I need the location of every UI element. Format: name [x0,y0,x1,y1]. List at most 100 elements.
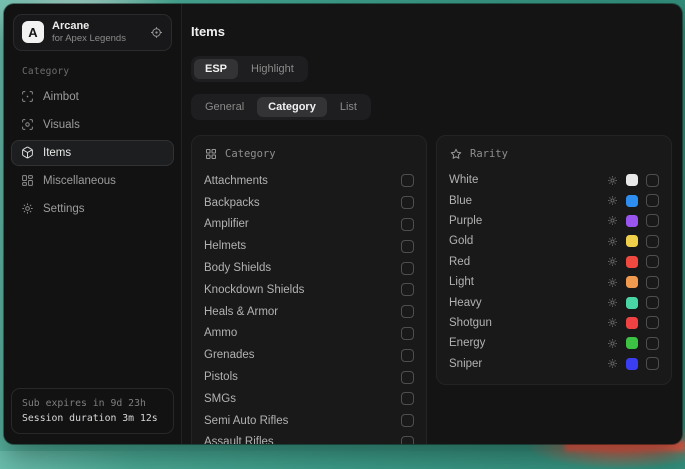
session-duration-text: Session duration 3m 12s [22,411,163,426]
rarity-checkbox[interactable] [646,276,659,289]
category-row-label: Semi Auto Rifles [204,415,288,427]
category-row-label: Assault Rifles [204,436,274,444]
rarity-row: Blue [449,190,659,210]
view-tabs: General Category List [191,94,371,120]
gear-icon[interactable] [607,215,618,226]
sidebar-item-label: Settings [43,203,85,215]
rarity-color-swatch[interactable] [626,276,638,288]
sidebar-item-miscellaneous[interactable]: Miscellaneous [11,168,174,194]
category-row-label: Backpacks [204,197,260,209]
category-row: Semi Auto Rifles [204,410,414,432]
sidebar-item-label: Visuals [43,119,80,131]
rarity-checkbox[interactable] [646,255,659,268]
rarity-row: Shotgun [449,313,659,333]
gear-icon [21,202,34,215]
arcane-cheat-window: A Arcane for Apex Legends Category [4,4,682,444]
tab-general[interactable]: General [194,97,255,117]
rarity-checkbox[interactable] [646,235,659,248]
category-checkbox[interactable] [401,349,414,362]
category-row-label: Body Shields [204,262,271,274]
category-row: Backpacks [204,192,414,214]
tab-esp[interactable]: ESP [194,59,238,79]
rarity-color-swatch[interactable] [626,235,638,247]
category-row: Assault Rifles [204,432,414,444]
category-checkbox[interactable] [401,218,414,231]
gear-icon[interactable] [607,317,618,328]
tab-category[interactable]: Category [257,97,327,117]
rarity-row-label: Blue [449,195,472,207]
rarity-color-swatch[interactable] [626,215,638,227]
sidebar-section-label: Category [22,66,174,77]
rarity-row-controls [607,337,659,350]
category-row-label: Knockdown Shields [204,284,304,296]
gear-icon[interactable] [607,236,618,247]
rarity-row: Purple [449,211,659,231]
page-title: Items [191,24,672,39]
gear-icon[interactable] [607,277,618,288]
sidebar: A Arcane for Apex Legends Category [4,4,182,444]
rarity-color-swatch[interactable] [626,174,638,186]
target-icon[interactable] [150,26,163,39]
sidebar-item-items[interactable]: Items [11,140,174,166]
category-checkbox[interactable] [401,262,414,275]
rarity-row-label: Gold [449,235,473,247]
category-checkbox[interactable] [401,392,414,405]
rarity-checkbox[interactable] [646,316,659,329]
sub-expires-text: Sub expires in 9d 23h [22,396,163,411]
category-checkbox[interactable] [401,436,414,444]
sidebar-item-visuals[interactable]: Visuals [11,112,174,138]
rarity-checkbox[interactable] [646,174,659,187]
rarity-checkbox[interactable] [646,296,659,309]
tab-list[interactable]: List [329,97,368,117]
rarity-row-controls [607,316,659,329]
tab-highlight[interactable]: Highlight [240,59,305,79]
category-checkbox[interactable] [401,327,414,340]
rarity-row-controls [607,235,659,248]
category-row-label: Helmets [204,240,246,252]
category-row: Knockdown Shields [204,279,414,301]
gear-icon[interactable] [607,358,618,369]
category-checkbox[interactable] [401,371,414,384]
sidebar-item-aimbot[interactable]: Aimbot [11,84,174,110]
rarity-color-swatch[interactable] [626,195,638,207]
category-checkbox[interactable] [401,305,414,318]
rarity-panel-header: Rarity [450,148,659,160]
category-row-label: Attachments [204,175,268,187]
category-panel-header: Category [205,148,414,160]
gear-icon[interactable] [607,175,618,186]
category-checkbox[interactable] [401,240,414,253]
category-checkbox[interactable] [401,283,414,296]
rarity-rows: White [449,170,659,374]
rarity-row-controls [607,276,659,289]
sidebar-item-settings[interactable]: Settings [11,196,174,222]
subscription-info-card: Sub expires in 9d 23h Session duration 3… [11,388,174,434]
rarity-color-swatch[interactable] [626,337,638,349]
gear-icon[interactable] [607,297,618,308]
category-row: Helmets [204,235,414,257]
grid-icon [205,148,217,160]
gear-icon[interactable] [607,338,618,349]
category-row: Amplifier [204,214,414,236]
rarity-color-swatch[interactable] [626,256,638,268]
eye-icon [21,118,34,131]
gear-icon[interactable] [607,256,618,267]
category-row: SMGs [204,388,414,410]
app-name: Arcane [52,20,142,33]
rarity-checkbox[interactable] [646,357,659,370]
rarity-checkbox[interactable] [646,194,659,207]
category-checkbox[interactable] [401,196,414,209]
category-checkbox[interactable] [401,414,414,427]
rarity-row-controls [607,255,659,268]
rarity-checkbox[interactable] [646,337,659,350]
gear-icon[interactable] [607,195,618,206]
rarity-color-swatch[interactable] [626,358,638,370]
app-meta: Arcane for Apex Legends [52,20,142,45]
rarity-color-swatch[interactable] [626,317,638,329]
category-row: Grenades [204,344,414,366]
rarity-checkbox[interactable] [646,214,659,227]
category-row-label: SMGs [204,393,236,405]
rarity-row-controls [607,174,659,187]
rarity-color-swatch[interactable] [626,297,638,309]
sidebar-item-label: Items [43,147,71,159]
category-checkbox[interactable] [401,174,414,187]
